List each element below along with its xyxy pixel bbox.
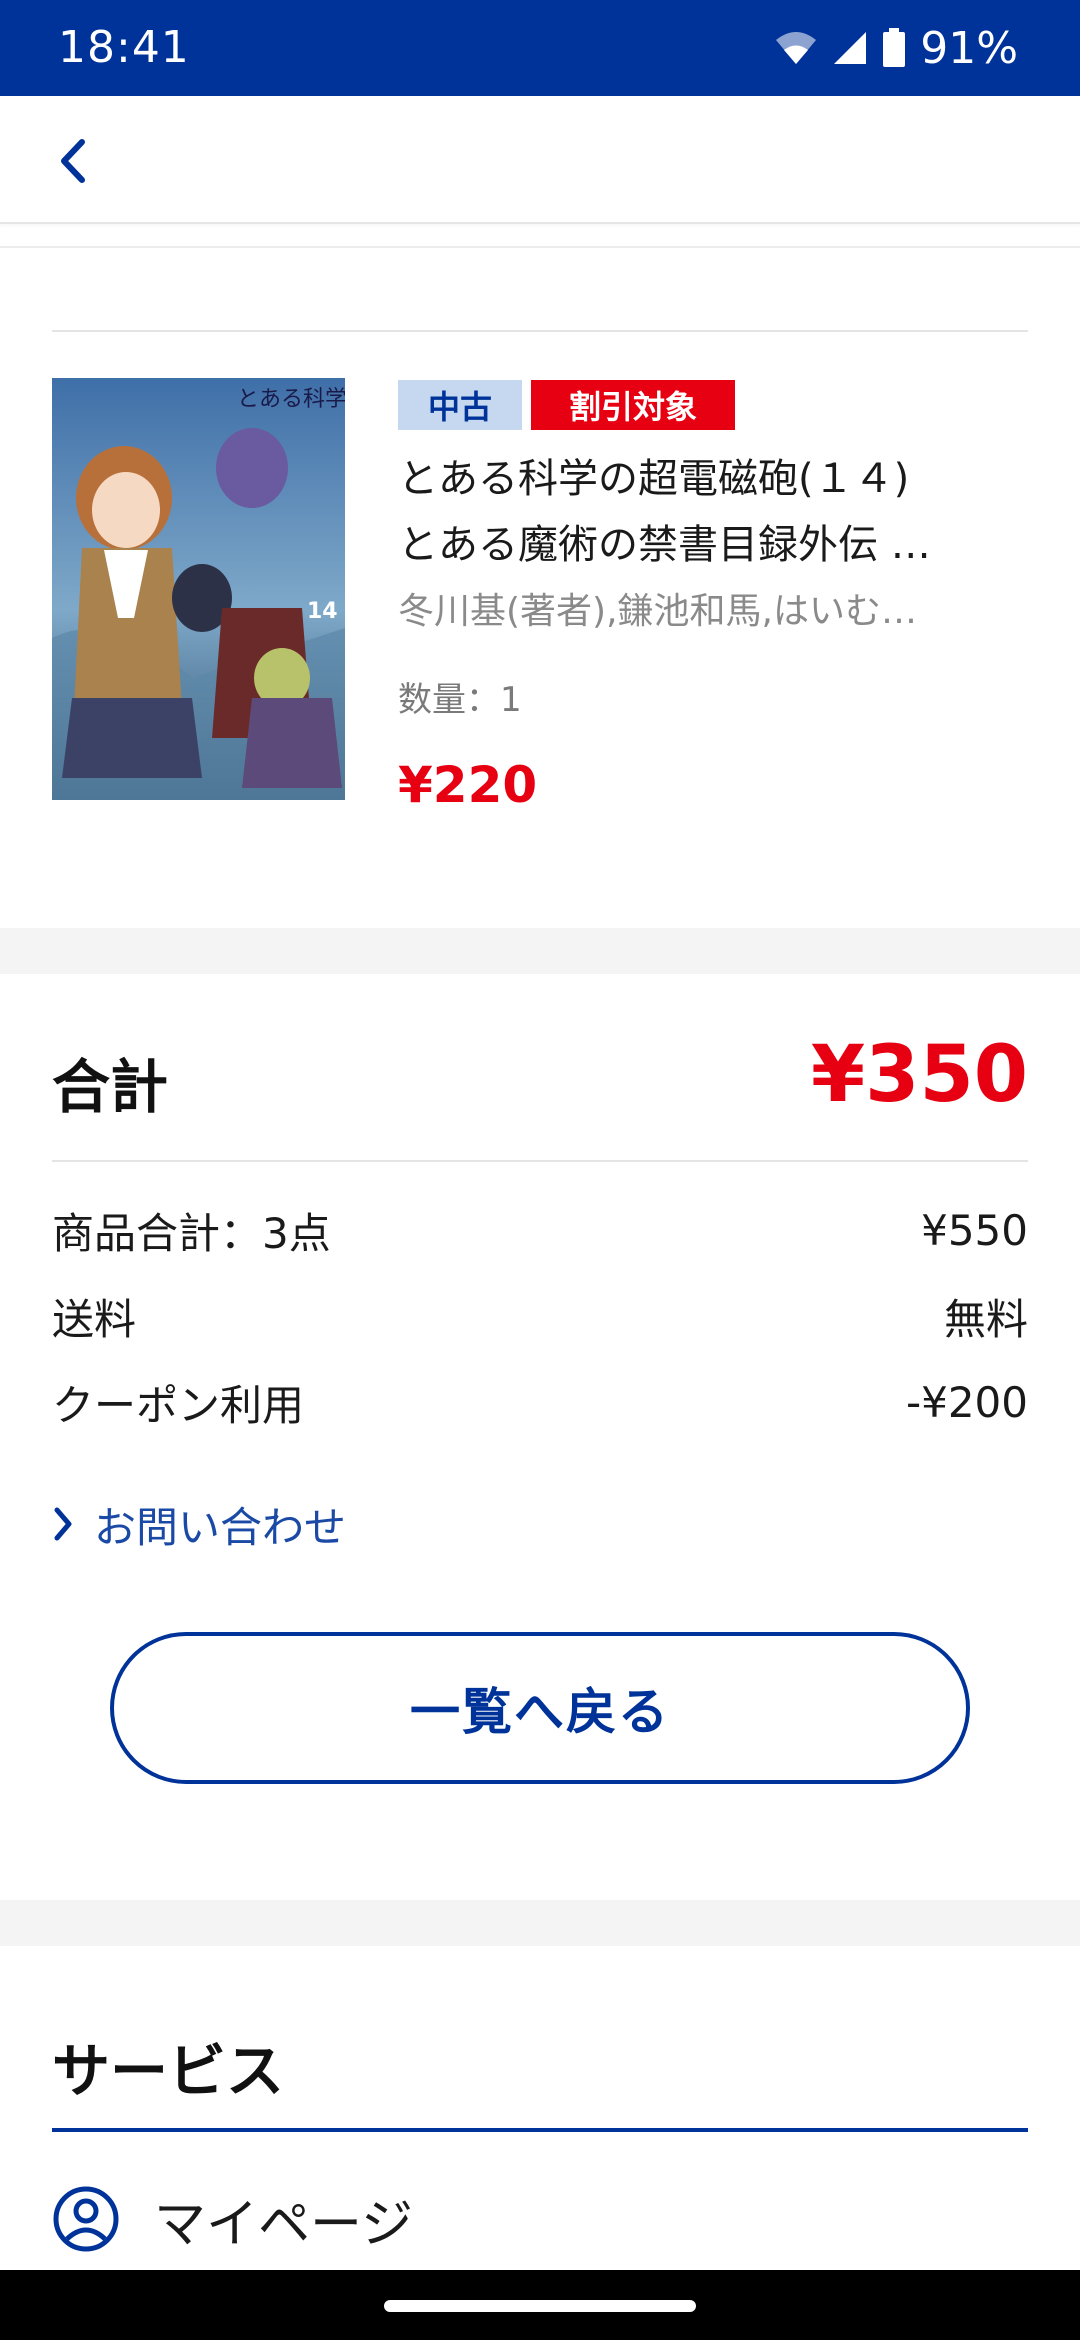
battery-percent: 91% [920,22,1018,74]
divider [52,1160,1028,1162]
summary-row-label: 商品合計：3点 [52,1208,331,1258]
item-author: 冬川基(著者),鎌池和馬,はいむ… [398,591,917,632]
status-time: 18:41 [58,22,190,73]
summary-row-label: 送料 [52,1294,137,1344]
item-title-line-1: とある科学の超電磁砲(１４) [398,456,910,502]
back-button[interactable] [38,126,108,196]
app-header [0,96,1080,224]
cover-title-text: とある科学の超電磁砲 [237,387,345,412]
back-to-list-button[interactable]: 一覧へ戻る [110,1632,970,1784]
summary-row-subtotal: 商品合計：3点 ¥550 [52,1200,1028,1260]
section-separator [0,1900,1080,1946]
status-icons: 91% [774,22,1018,74]
item-price: ¥220 [398,756,538,814]
discount-badge: 割引対象 [531,380,735,430]
summary-row-label: クーポン利用 [52,1380,305,1430]
summary-row-shipping: 送料 無料 [52,1286,1028,1346]
summary-row-value: 無料 [943,1294,1028,1344]
services-title: サービス [52,2037,285,2105]
chevron-left-icon [61,139,85,183]
item-title[interactable]: とある科学の超電磁砲(１４) とある魔術の禁書目録外伝 … [398,446,1018,578]
book-cover-image[interactable]: とある科学の超電磁砲 14 [52,378,345,800]
contact-link[interactable]: お問い合わせ [52,1494,346,1554]
divider [52,330,1028,332]
services-item-mypage[interactable]: マイページ [52,2182,413,2256]
divider [0,246,1080,248]
status-bar: 18:41 91% [0,0,1080,96]
battery-icon [883,28,906,67]
summary-row-value: -¥200 [905,1377,1028,1427]
cover-volume-text: 14 [307,599,338,624]
section-separator [0,928,1080,974]
condition-badge: 中古 [398,380,522,430]
summary-row-value: ¥550 [921,1205,1028,1255]
item-quantity: 数量：1 [398,680,522,720]
cell-signal-icon [834,32,867,64]
home-indicator[interactable] [384,2300,696,2312]
services-item-label: マイページ [154,2194,413,2255]
user-circle-icon [53,2186,119,2252]
contact-link-label: お問い合わせ [94,1502,347,1552]
total-label: 合計 [52,1053,169,1121]
total-value: ¥350 [810,1030,1028,1120]
services-underline [52,2128,1028,2132]
wifi-icon [776,32,817,64]
chevron-right-icon [54,1507,72,1541]
summary-row-coupon: クーポン利用 -¥200 [52,1372,1028,1432]
item-title-line-2: とある魔術の禁書目録外伝 … [398,522,931,568]
